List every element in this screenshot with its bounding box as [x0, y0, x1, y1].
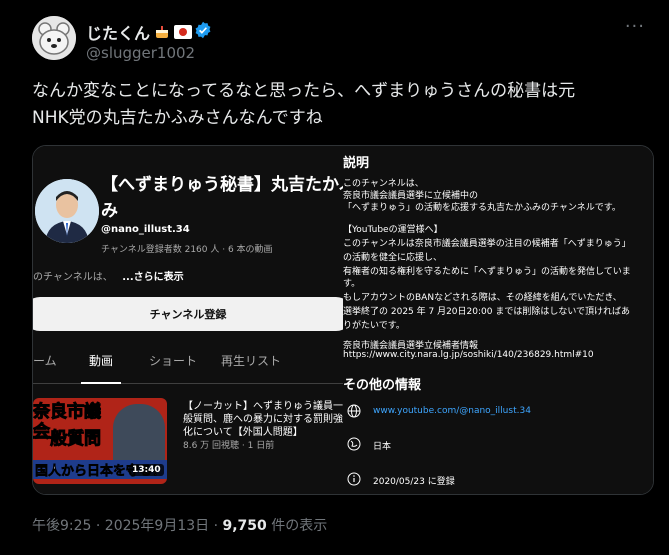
about-line: 【YouTubeの運営様へ】: [343, 225, 443, 235]
about-line: 選挙終了の 2025 年 7 月20日20:00 までは削除はしないで頂ければあ: [343, 307, 631, 317]
video-duration: 13:40: [129, 464, 164, 476]
user-handle[interactable]: @slugger1002: [86, 44, 195, 62]
about-line: 有権者の知る権利を守るために「へずまりゅう」の活動を発信していま: [343, 267, 631, 277]
tab-shorts: ショート: [149, 354, 198, 368]
tab-videos: 動画: [89, 354, 114, 368]
avatar[interactable]: [32, 16, 76, 60]
about-line: もしアカウントのBANなどされる際は、その経緯を組んでいただき、: [343, 293, 622, 303]
video-meta: 8.6 万 回視聴 ‧ 1 日前: [183, 441, 275, 451]
channel-stats: チャンネル登録者数 2160 人 ‧ 6 本の動画: [101, 245, 273, 255]
channel-title-cont: み: [101, 201, 118, 221]
tweet-text-line-1: なんか変なことになってるなと思ったら、へずまりゅうさんの秘書は元: [32, 81, 576, 101]
about-heading: 説明: [343, 156, 370, 171]
subscribe-button: チャンネル登録: [33, 297, 343, 331]
active-tab-indicator: [81, 382, 121, 384]
globe-icon: [347, 404, 361, 418]
about-line: りがたいです。: [343, 321, 405, 331]
display-name[interactable]: じたくん: [86, 20, 212, 44]
view-label: 件の表示: [266, 518, 328, 534]
tab-home: ーム: [33, 354, 57, 368]
tweet-media-image[interactable]: 【へずまりゅう秘書】丸吉たかふ み @nano_illust.34 チャンネル登…: [32, 145, 654, 495]
channel-description: のチャンネルは、 ...さらに表示: [33, 268, 184, 283]
globe-location-icon: [347, 437, 361, 451]
thumbnail-person: [113, 404, 165, 464]
more-options-icon[interactable]: ···: [625, 16, 645, 37]
tweet-text-line-2: NHK党の丸吉たかふみさんなんですね: [32, 108, 323, 128]
tweet-text: なんか変なことになってるなと思ったら、へずまりゅうさんの秘書は元 NHK党の丸吉…: [32, 78, 642, 132]
cake-emoji-icon: [154, 24, 170, 40]
about-line: このチャンネルは奈良市議会議員選挙の注目の候補者「へずまりゅう」: [343, 239, 631, 249]
info-icon: [347, 472, 361, 486]
channel-link: www.youtube.com/@nano_illust.34: [373, 406, 531, 416]
thumbnail-text-2: 一般質問: [33, 429, 102, 450]
other-info-heading: その他の情報: [343, 378, 422, 393]
channel-title: 【へずまりゅう秘書】丸吉たかふ: [101, 175, 343, 195]
channel-description-text: のチャンネルは、: [33, 272, 113, 283]
channel-handle: @nano_illust.34: [101, 224, 190, 235]
about-line: の活動を健全に応援し、: [343, 253, 443, 263]
japan-flag-icon: [174, 24, 193, 40]
channel-tabs: ーム 動画 ショート 再生リスト: [33, 352, 343, 384]
about-line: す。: [343, 279, 361, 289]
show-more-link: ...さらに表示: [122, 272, 184, 283]
tweet-footer: 午後9:25 · 2025年9月13日 · 9,750 件の表示: [32, 515, 327, 535]
channel-country: 日本: [373, 442, 392, 452]
youtube-about-pane: 説明 このチャンネルは、 奈良市議会議員選挙に立候補中の 「へずまりゅう」の活動…: [343, 146, 653, 494]
about-url: https://www.city.nara.lg.jp/soshiki/140/…: [343, 350, 594, 360]
about-line: 「へずまりゅう」の活動を応援する丸吉たかふみのチャンネルです。: [343, 203, 621, 213]
video-title: 【ノーカット】へずまりゅう議員一般質問、鹿への暴力に対する罰則強化について【外国…: [183, 401, 343, 438]
video-thumbnail: 奈良市議会 一般質問 国人から日本を守る！ 13:40: [33, 398, 167, 484]
tweet-timestamp[interactable]: 午後9:25 · 2025年9月13日 ·: [32, 518, 223, 534]
tab-playlists: 再生リスト: [221, 354, 282, 368]
channel-joined: 2020/05/23 に登録: [373, 477, 455, 487]
channel-avatar: [35, 179, 99, 243]
view-count: 9,750: [222, 518, 267, 534]
verified-badge-icon: [194, 21, 212, 43]
display-name-text: じたくん: [86, 24, 151, 43]
youtube-channel-pane: 【へずまりゅう秘書】丸吉たかふ み @nano_illust.34 チャンネル登…: [33, 146, 343, 494]
